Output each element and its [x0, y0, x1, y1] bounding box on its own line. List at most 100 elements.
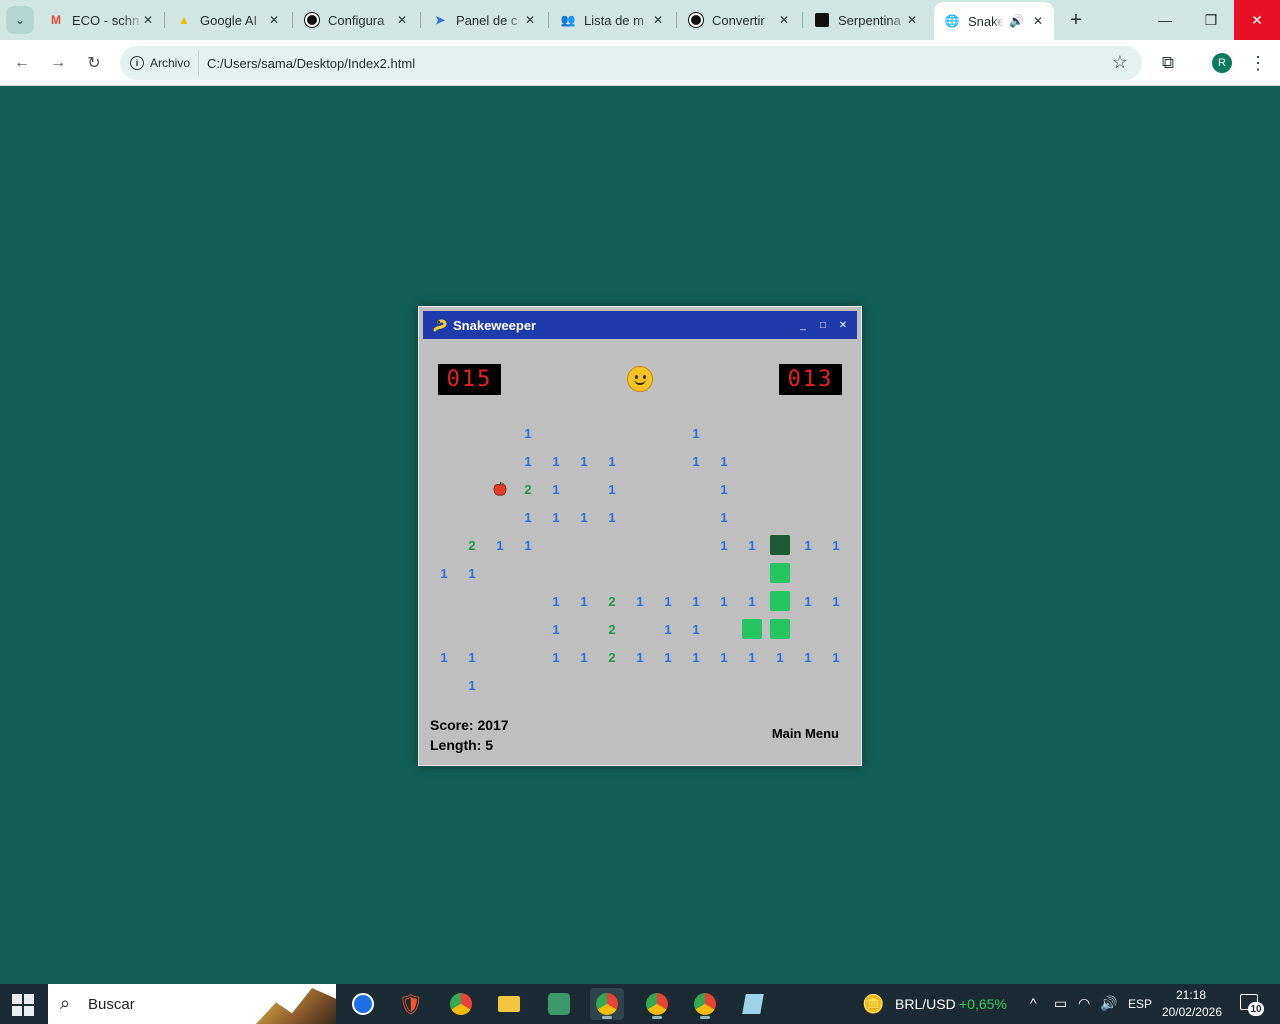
close-icon[interactable]: ✕	[266, 12, 282, 28]
currency-widget-icon[interactable]: 🪙	[862, 994, 884, 1015]
game-close-button[interactable]: ✕	[836, 318, 850, 332]
notepad-icon[interactable]	[736, 988, 770, 1020]
number-cell: 1	[552, 453, 560, 469]
chrome-profile-2-icon[interactable]	[640, 988, 674, 1020]
game-board[interactable]: 1 1 1 1 1 1 1 1 2 1 1 1 1 1 1 1 1 2 1 1 1 1 1 1 1 1 1 1 2 1 1 1 1 1 1 1 1 2 1 1…	[430, 419, 850, 699]
windows-start-icon[interactable]	[12, 994, 34, 1016]
number-cell: 1	[608, 453, 616, 469]
number-cell: 1	[832, 649, 840, 665]
forward-button[interactable]: →	[44, 49, 72, 77]
brave-icon[interactable]: 🛡	[394, 988, 428, 1020]
tab-strip: ⌄ M ECO - schn ✕ ▲ Google AI ✕ Configura…	[0, 0, 1280, 40]
chrome-icon[interactable]	[444, 988, 478, 1020]
volume-icon[interactable]: 🔊	[1100, 995, 1117, 1012]
chevron-down-icon: ⌄	[14, 13, 26, 27]
game-maximize-button[interactable]: □	[816, 318, 830, 332]
chevron-up-icon[interactable]: ^	[1030, 995, 1037, 1011]
tab-panel[interactable]: ➤ Panel de c ✕	[432, 6, 538, 34]
number-cell: 1	[692, 425, 700, 441]
clock-time[interactable]: 21:18	[1168, 988, 1206, 1002]
tab-title: ECO - schn	[72, 12, 140, 28]
number-cell: 1	[636, 593, 644, 609]
widget-ticker[interactable]: BRL/USD	[895, 984, 956, 1024]
number-cell: 1	[580, 593, 588, 609]
close-icon[interactable]: ✕	[522, 12, 538, 28]
tab-convertir[interactable]: Convertir ✕	[688, 6, 792, 34]
tab-snakeweeper[interactable]: 🌐 Snakev 🔊 ✕	[934, 2, 1054, 40]
game-minimize-button[interactable]: _	[796, 318, 810, 332]
url-text[interactable]: C:/Users/sama/Desktop/Index2.html	[207, 46, 415, 80]
number-cell: 1	[692, 453, 700, 469]
extensions-icon[interactable]: ⧉	[1156, 51, 1180, 75]
site-info-chip[interactable]: i Archivo	[126, 50, 200, 76]
snake-head	[766, 531, 794, 559]
profile-avatar[interactable]: R	[1212, 53, 1232, 73]
wifi-icon[interactable]: ◠	[1078, 995, 1090, 1012]
number-cell: 1	[748, 593, 756, 609]
number-cell: 1	[720, 509, 728, 525]
notification-center-icon[interactable]: 10	[1240, 994, 1264, 1016]
close-icon[interactable]: ✕	[650, 12, 666, 28]
close-icon[interactable]: ✕	[140, 12, 156, 28]
teamviewer-icon[interactable]	[346, 988, 380, 1020]
number-cell: 1	[804, 537, 812, 553]
file-explorer-icon[interactable]	[492, 988, 526, 1020]
number-cell: 1	[720, 649, 728, 665]
game-title: Snakeweeper	[453, 317, 537, 333]
notification-count: 10	[1248, 1002, 1264, 1016]
number-cell: 2	[468, 537, 476, 553]
app-globe-icon[interactable]	[542, 988, 576, 1020]
plus-icon: +	[1070, 8, 1082, 31]
smiley-face-button[interactable]	[627, 366, 653, 392]
widget-change[interactable]: +0,65%	[959, 984, 1007, 1024]
number-cell: 1	[524, 509, 532, 525]
panel-icon: ➤	[434, 13, 446, 27]
more-menu-icon[interactable]: ⋮	[1248, 51, 1268, 75]
bookmark-star-icon[interactable]: ☆	[1112, 52, 1128, 73]
back-button[interactable]: ←	[8, 49, 36, 77]
tab-title: Serpentina	[838, 12, 901, 28]
address-bar[interactable]: i Archivo C:/Users/sama/Desktop/Index2.h…	[120, 46, 1142, 80]
number-cell: 1	[468, 649, 476, 665]
close-icon[interactable]: ✕	[904, 12, 920, 28]
smiley-mouth	[634, 377, 646, 385]
snake-segment	[738, 615, 766, 643]
number-cell: 1	[804, 593, 812, 609]
tab-gmail[interactable]: M ECO - schn ✕	[48, 6, 156, 34]
tab-lista[interactable]: 👥 Lista de m ✕	[560, 6, 666, 34]
chrome-profile-3-icon[interactable]	[688, 988, 722, 1020]
number-cell: 1	[692, 649, 700, 665]
number-cell: 1	[664, 649, 672, 665]
meet-now-icon[interactable]: ▭	[1054, 995, 1067, 1012]
number-cell: 1	[776, 649, 784, 665]
close-window-button[interactable]: ✕	[1234, 0, 1280, 40]
tab-search-button[interactable]: ⌄	[6, 6, 34, 34]
minimize-icon: —	[1158, 12, 1172, 28]
snake-segment	[766, 615, 794, 643]
app-icon	[814, 12, 830, 28]
tab-configura[interactable]: Configura ✕	[304, 6, 410, 34]
close-icon[interactable]: ✕	[394, 12, 410, 28]
restore-button[interactable]: ❐	[1188, 0, 1234, 40]
number-cell: 1	[580, 509, 588, 525]
number-cell: 1	[496, 537, 504, 553]
number-cell: 1	[748, 537, 756, 553]
tab-serpentina[interactable]: Serpentina ✕	[814, 6, 920, 34]
close-icon[interactable]: ✕	[1030, 13, 1046, 29]
minimize-button[interactable]: —	[1142, 0, 1188, 40]
tab-google-ai[interactable]: ▲ Google AI ✕	[176, 6, 282, 34]
close-icon[interactable]: ✕	[776, 12, 792, 28]
tab-separator	[548, 12, 549, 28]
speaker-icon[interactable]: 🔊	[1009, 14, 1024, 28]
new-tab-button[interactable]: +	[1064, 8, 1088, 32]
reload-button[interactable]: ↻	[80, 49, 108, 77]
clock-date[interactable]: 20/02/2026	[1150, 1005, 1222, 1019]
language-indicator[interactable]: ESP	[1128, 984, 1152, 1024]
chrome-profile-r-icon[interactable]	[590, 988, 624, 1020]
openai-icon	[688, 12, 704, 28]
taskbar-search[interactable]: ⌕ Buscar	[48, 984, 336, 1024]
main-menu-button[interactable]: Main Menu	[772, 726, 839, 741]
number-cell: 1	[524, 453, 532, 469]
number-cell: 1	[664, 593, 672, 609]
globe-icon: 🌐	[944, 14, 960, 28]
